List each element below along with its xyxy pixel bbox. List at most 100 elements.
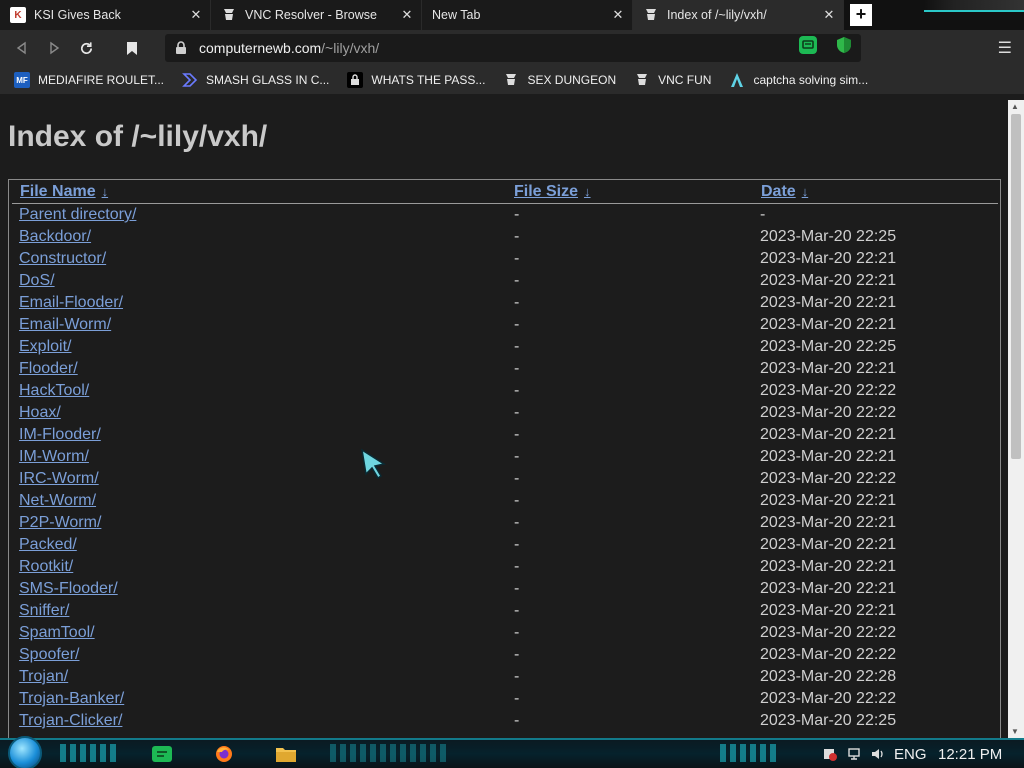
file-link[interactable]: Flooder/: [19, 360, 78, 378]
browser-toolbar: computernewb.com/~lily/vxh/ ☰: [0, 30, 1024, 66]
bookmark-button[interactable]: [116, 32, 148, 64]
table-header: File Name ↓ File Size ↓ Date ↓: [12, 183, 998, 204]
table-row: SpamTool/ - 2023-Mar-20 22:22: [9, 623, 1000, 645]
menu-icon[interactable]: ☰: [998, 38, 1012, 58]
table-row: IM-Worm/ - 2023-Mar-20 22:21: [9, 447, 1000, 469]
address-bar[interactable]: computernewb.com/~lily/vxh/: [165, 34, 861, 62]
table-row: Rootkit/ - 2023-Mar-20 22:21: [9, 557, 1000, 579]
bookmark-whats-the-pass[interactable]: WHATS THE PASS...: [347, 72, 485, 88]
tab-ksi-gives-back[interactable]: K KSI Gives Back ✕: [0, 0, 211, 30]
file-link[interactable]: Hoax/: [19, 404, 61, 422]
bookmarks-bar: MF MEDIAFIRE ROULET... SMASH GLASS IN C.…: [0, 66, 1024, 94]
bookmark-sex-dungeon[interactable]: SEX DUNGEON: [503, 72, 616, 88]
file-link[interactable]: Trojan-Clicker/: [19, 712, 122, 730]
file-date: 2023-Mar-20 22:21: [760, 250, 897, 267]
file-link[interactable]: Spoofer/: [19, 646, 79, 664]
file-date: 2023-Mar-20 22:25: [760, 338, 897, 355]
tab-close-icon[interactable]: ✕: [821, 7, 837, 23]
bookmark-label: SMASH GLASS IN C...: [206, 73, 330, 87]
taskbar-decoration: [720, 744, 780, 762]
bookmark-vnc-fun[interactable]: VNC FUN: [634, 72, 711, 88]
file-link[interactable]: DoS/: [19, 272, 55, 290]
file-link[interactable]: IM-Flooder/: [19, 426, 101, 444]
file-size: -: [514, 514, 520, 531]
column-header-file-size[interactable]: File Size ↓: [514, 183, 591, 201]
file-link[interactable]: Email-Flooder/: [19, 294, 123, 312]
back-arrow-icon: [16, 41, 26, 55]
tab-close-icon[interactable]: ✕: [610, 7, 626, 23]
file-link[interactable]: Rootkit/: [19, 558, 73, 576]
file-link[interactable]: SMS-Flooder/: [19, 580, 118, 598]
messaging-app-icon[interactable]: [148, 742, 176, 766]
file-link[interactable]: Trojan-Banker/: [19, 690, 124, 708]
tab-vnc-resolver[interactable]: VNC Resolver - Browse ✕: [211, 0, 422, 30]
new-tab-button[interactable]: +: [850, 4, 872, 26]
bookmark-smash-glass[interactable]: SMASH GLASS IN C...: [182, 72, 329, 88]
file-link[interactable]: IM-Worm/: [19, 448, 89, 466]
file-size: -: [514, 294, 520, 311]
file-link[interactable]: P2P-Worm/: [19, 514, 101, 532]
table-row: SMS-Flooder/ - 2023-Mar-20 22:21: [9, 579, 1000, 601]
page-title: Index of /~lily/vxh/: [8, 120, 268, 153]
file-date: 2023-Mar-20 22:22: [760, 646, 897, 663]
scroll-down-icon[interactable]: ▼: [1011, 727, 1019, 736]
column-header-date[interactable]: Date ↓: [761, 183, 808, 201]
clock[interactable]: 12:21 PM: [938, 746, 1002, 763]
file-date: 2023-Mar-20 22:21: [760, 536, 897, 553]
language-indicator[interactable]: ENG: [894, 746, 927, 763]
tab-close-icon[interactable]: ✕: [399, 7, 415, 23]
file-link[interactable]: Email-Worm/: [19, 316, 111, 334]
file-explorer-icon[interactable]: [272, 742, 300, 766]
tab-new-tab[interactable]: New Tab ✕: [422, 0, 633, 30]
taskbar: ENG 12:21 PM: [0, 736, 1024, 768]
file-date: 2023-Mar-20 22:21: [760, 272, 897, 289]
file-link[interactable]: Backdoor/: [19, 228, 91, 246]
file-link[interactable]: Trojan/: [19, 668, 68, 686]
file-link[interactable]: Constructor/: [19, 250, 106, 268]
back-button[interactable]: [6, 32, 38, 64]
file-link[interactable]: HackTool/: [19, 382, 89, 400]
table-row: Trojan-Banker/ - 2023-Mar-20 22:22: [9, 689, 1000, 711]
bookmark-mediafire-roulette[interactable]: MF MEDIAFIRE ROULET...: [14, 72, 164, 88]
bookmark-label: WHATS THE PASS...: [371, 73, 486, 87]
table-row: Spoofer/ - 2023-Mar-20 22:22: [9, 645, 1000, 667]
firefox-icon[interactable]: [210, 742, 238, 766]
bookmark-captcha-solving[interactable]: captcha solving sim...: [729, 72, 868, 88]
vnc-resolver-favicon: [221, 7, 237, 23]
file-link[interactable]: Net-Worm/: [19, 492, 96, 510]
forward-button[interactable]: [38, 32, 70, 64]
scrollbar-thumb[interactable]: [1011, 114, 1021, 459]
tab-close-icon[interactable]: ✕: [188, 7, 204, 23]
lock-icon: [175, 41, 189, 55]
tab-index-of-lily-vxh[interactable]: Index of /~lily/vxh/ ✕: [633, 0, 844, 30]
file-date: 2023-Mar-20 22:21: [760, 602, 897, 619]
file-link[interactable]: Parent directory/: [19, 206, 136, 224]
column-header-file-name[interactable]: File Name ↓: [20, 183, 108, 201]
security-alert-icon[interactable]: [822, 747, 838, 763]
chat-extension-icon[interactable]: [799, 36, 817, 54]
file-link[interactable]: SpamTool/: [19, 624, 95, 642]
table-row: Email-Flooder/ - 2023-Mar-20 22:21: [9, 293, 1000, 315]
file-link[interactable]: IRC-Worm/: [19, 470, 99, 488]
scroll-up-icon[interactable]: ▲: [1011, 102, 1019, 111]
network-icon[interactable]: [846, 747, 862, 763]
file-link[interactable]: Exploit/: [19, 338, 71, 356]
window-decoration: [924, 0, 1024, 12]
page-scrollbar[interactable]: ▲ ▼: [1008, 100, 1024, 738]
tab-title: Index of /~lily/vxh/: [667, 8, 767, 22]
taskbar-decoration: [330, 744, 450, 762]
page-viewport: Index of /~lily/vxh/ File Name ↓ File Siz…: [0, 94, 1008, 738]
file-link[interactable]: Sniffer/: [19, 602, 69, 620]
file-link[interactable]: Packed/: [19, 536, 77, 554]
table-row: Packed/ - 2023-Mar-20 22:21: [9, 535, 1000, 557]
start-orb[interactable]: [8, 736, 42, 768]
table-row: Parent directory/ - -: [9, 205, 1000, 227]
file-date: 2023-Mar-20 22:21: [760, 360, 897, 377]
file-date: 2023-Mar-20 22:22: [760, 382, 897, 399]
reload-button[interactable]: [70, 32, 102, 64]
shield-extension-icon[interactable]: [835, 36, 853, 54]
vnc-bookmark-icon: [634, 72, 650, 88]
file-date: 2023-Mar-20 22:21: [760, 294, 897, 311]
volume-icon[interactable]: [870, 747, 886, 763]
table-row: Sniffer/ - 2023-Mar-20 22:21: [9, 601, 1000, 623]
